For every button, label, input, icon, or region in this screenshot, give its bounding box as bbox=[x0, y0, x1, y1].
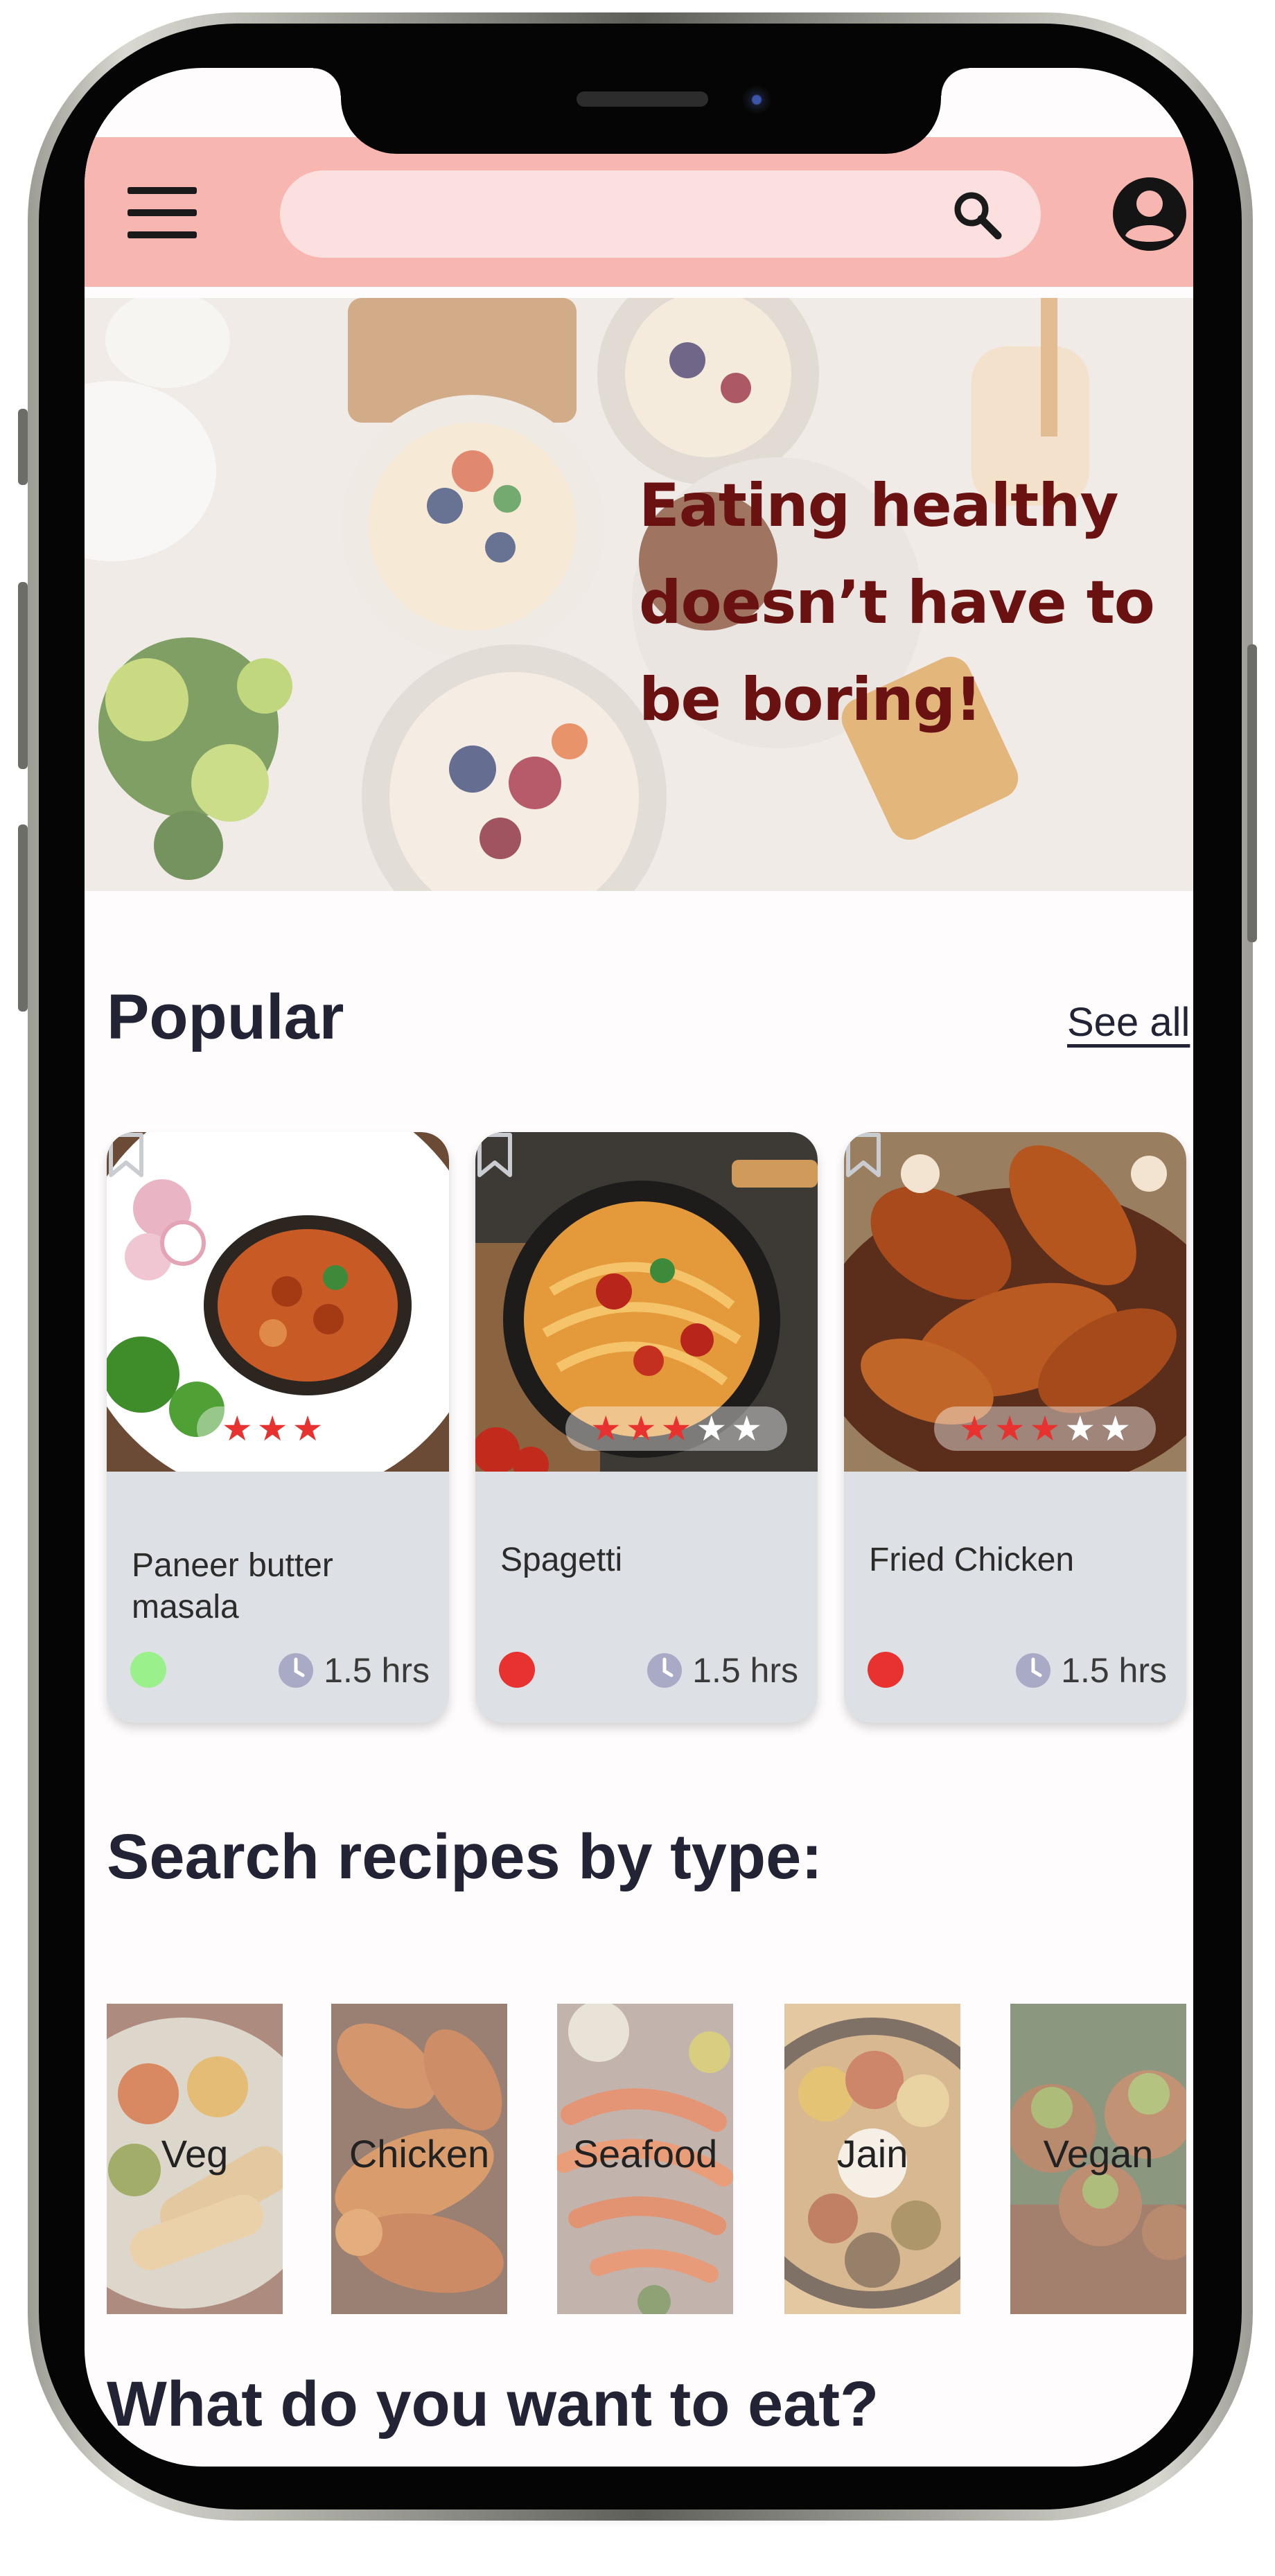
menu-icon-line bbox=[128, 231, 197, 238]
star-icon: ★ bbox=[1064, 1409, 1096, 1449]
power-button bbox=[1247, 644, 1257, 942]
star-icon: ★ bbox=[362, 1409, 394, 1449]
menu-icon-line bbox=[128, 209, 197, 216]
recipe-photo: ★ ★ ★ ☆ ★ bbox=[107, 1132, 449, 1472]
recipe-name: Paneer butter masala bbox=[132, 1547, 333, 1625]
menu-icon-line bbox=[128, 187, 197, 194]
star-icon: ★ bbox=[994, 1409, 1026, 1449]
type-tile-jain[interactable]: Jain bbox=[784, 2004, 960, 2314]
clock-icon bbox=[1016, 1653, 1051, 1688]
star-icon: ★ bbox=[590, 1409, 622, 1449]
hero-line: Eating healthy bbox=[639, 471, 1119, 540]
app-screen: Eating healthy doesn’t have to be boring… bbox=[85, 68, 1193, 2467]
side-button bbox=[18, 409, 28, 485]
recipe-card-fried-chicken[interactable]: ★ ★ ★ ★ ★ Fried Chicken 1.5 hrs bbox=[844, 1132, 1186, 1722]
top-bar bbox=[85, 137, 1193, 287]
star-icon: ★ bbox=[731, 1409, 763, 1449]
star-icon: ★ bbox=[221, 1409, 253, 1449]
star-icon: ★ bbox=[1029, 1409, 1061, 1449]
star-icon: ★ bbox=[292, 1409, 324, 1449]
earpiece-speaker bbox=[577, 91, 708, 107]
star-icon: ☆ bbox=[327, 1409, 359, 1449]
type-tile-vegan[interactable]: Vegan bbox=[1010, 2004, 1186, 2314]
recipe-card-spagetti[interactable]: ★ ★ ★ ★ ★ Spagetti 1.5 hrs bbox=[475, 1132, 818, 1722]
star-icon: ★ bbox=[625, 1409, 657, 1449]
menu-button[interactable] bbox=[128, 186, 197, 241]
bookmark-icon[interactable] bbox=[107, 1132, 146, 1178]
star-icon: ★ bbox=[696, 1409, 728, 1449]
bookmark-icon[interactable] bbox=[844, 1132, 883, 1178]
type-label: Seafood bbox=[572, 2132, 718, 2176]
star-icon: ★ bbox=[660, 1409, 692, 1449]
account-icon[interactable] bbox=[1111, 176, 1188, 252]
star-icon: ★ bbox=[1100, 1409, 1132, 1449]
star-icon: ★ bbox=[256, 1409, 288, 1449]
star-icon: ★ bbox=[958, 1409, 990, 1449]
bookmark-icon[interactable] bbox=[475, 1132, 514, 1178]
type-label: Vegan bbox=[1043, 2132, 1154, 2176]
type-tile-seafood[interactable]: Seafood bbox=[557, 2004, 733, 2314]
hero-banner: Eating healthy doesn’t have to be boring… bbox=[85, 298, 1193, 891]
volume-up-button bbox=[18, 582, 28, 769]
diet-indicator-veg bbox=[130, 1652, 166, 1688]
cook-time-text: 1.5 hrs bbox=[324, 1651, 430, 1690]
hero-line: be boring! bbox=[639, 665, 982, 734]
search-bar bbox=[280, 170, 1041, 258]
rating: ★ ★ ★ ★ ★ bbox=[565, 1406, 787, 1451]
rating: ★ ★ ★ ☆ ★ bbox=[197, 1406, 419, 1451]
rating: ★ ★ ★ ★ ★ bbox=[934, 1406, 1156, 1451]
see-all-link[interactable]: See all bbox=[1067, 999, 1190, 1046]
type-label: Chicken bbox=[349, 2132, 490, 2176]
popular-heading: Popular bbox=[107, 982, 344, 1052]
recipe-card-paneer[interactable]: ★ ★ ★ ☆ ★ Paneer butter masala 1.5 hrs bbox=[107, 1132, 449, 1722]
search-input[interactable] bbox=[308, 184, 934, 245]
cook-time-text: 1.5 hrs bbox=[1061, 1651, 1167, 1690]
hero-line: doesn’t have to bbox=[639, 568, 1155, 637]
front-camera bbox=[743, 86, 771, 114]
volume-down-button bbox=[18, 824, 28, 1012]
recipe-name: Spagetti bbox=[500, 1542, 623, 1578]
recipe-name: Fried Chicken bbox=[869, 1542, 1075, 1578]
cook-time-text: 1.5 hrs bbox=[692, 1651, 798, 1690]
cook-time: 1.5 hrs bbox=[1015, 1646, 1167, 1695]
type-tile-chicken[interactable]: Chicken bbox=[331, 2004, 507, 2314]
clock-icon bbox=[647, 1653, 683, 1688]
type-label: Veg bbox=[161, 2132, 229, 2176]
recipe-photo: ★ ★ ★ ★ ★ bbox=[844, 1132, 1186, 1472]
hero-headline: Eating healthy doesn’t have to be boring… bbox=[639, 457, 1166, 748]
what-to-eat-heading: What do you want to eat? bbox=[107, 2369, 879, 2440]
search-icon[interactable] bbox=[949, 187, 1005, 242]
cook-time: 1.5 hrs bbox=[647, 1646, 798, 1695]
diet-indicator-non-veg bbox=[499, 1652, 535, 1688]
type-tile-veg[interactable]: Veg bbox=[107, 2004, 283, 2314]
clock-icon bbox=[279, 1653, 314, 1688]
recipe-photo: ★ ★ ★ ★ ★ bbox=[475, 1132, 818, 1472]
diet-indicator-non-veg bbox=[868, 1652, 904, 1688]
phone-notch bbox=[313, 68, 969, 154]
cook-time: 1.5 hrs bbox=[278, 1646, 430, 1695]
recipe-types-heading: Search recipes by type: bbox=[107, 1821, 823, 1892]
type-label: Jain bbox=[836, 2132, 908, 2176]
